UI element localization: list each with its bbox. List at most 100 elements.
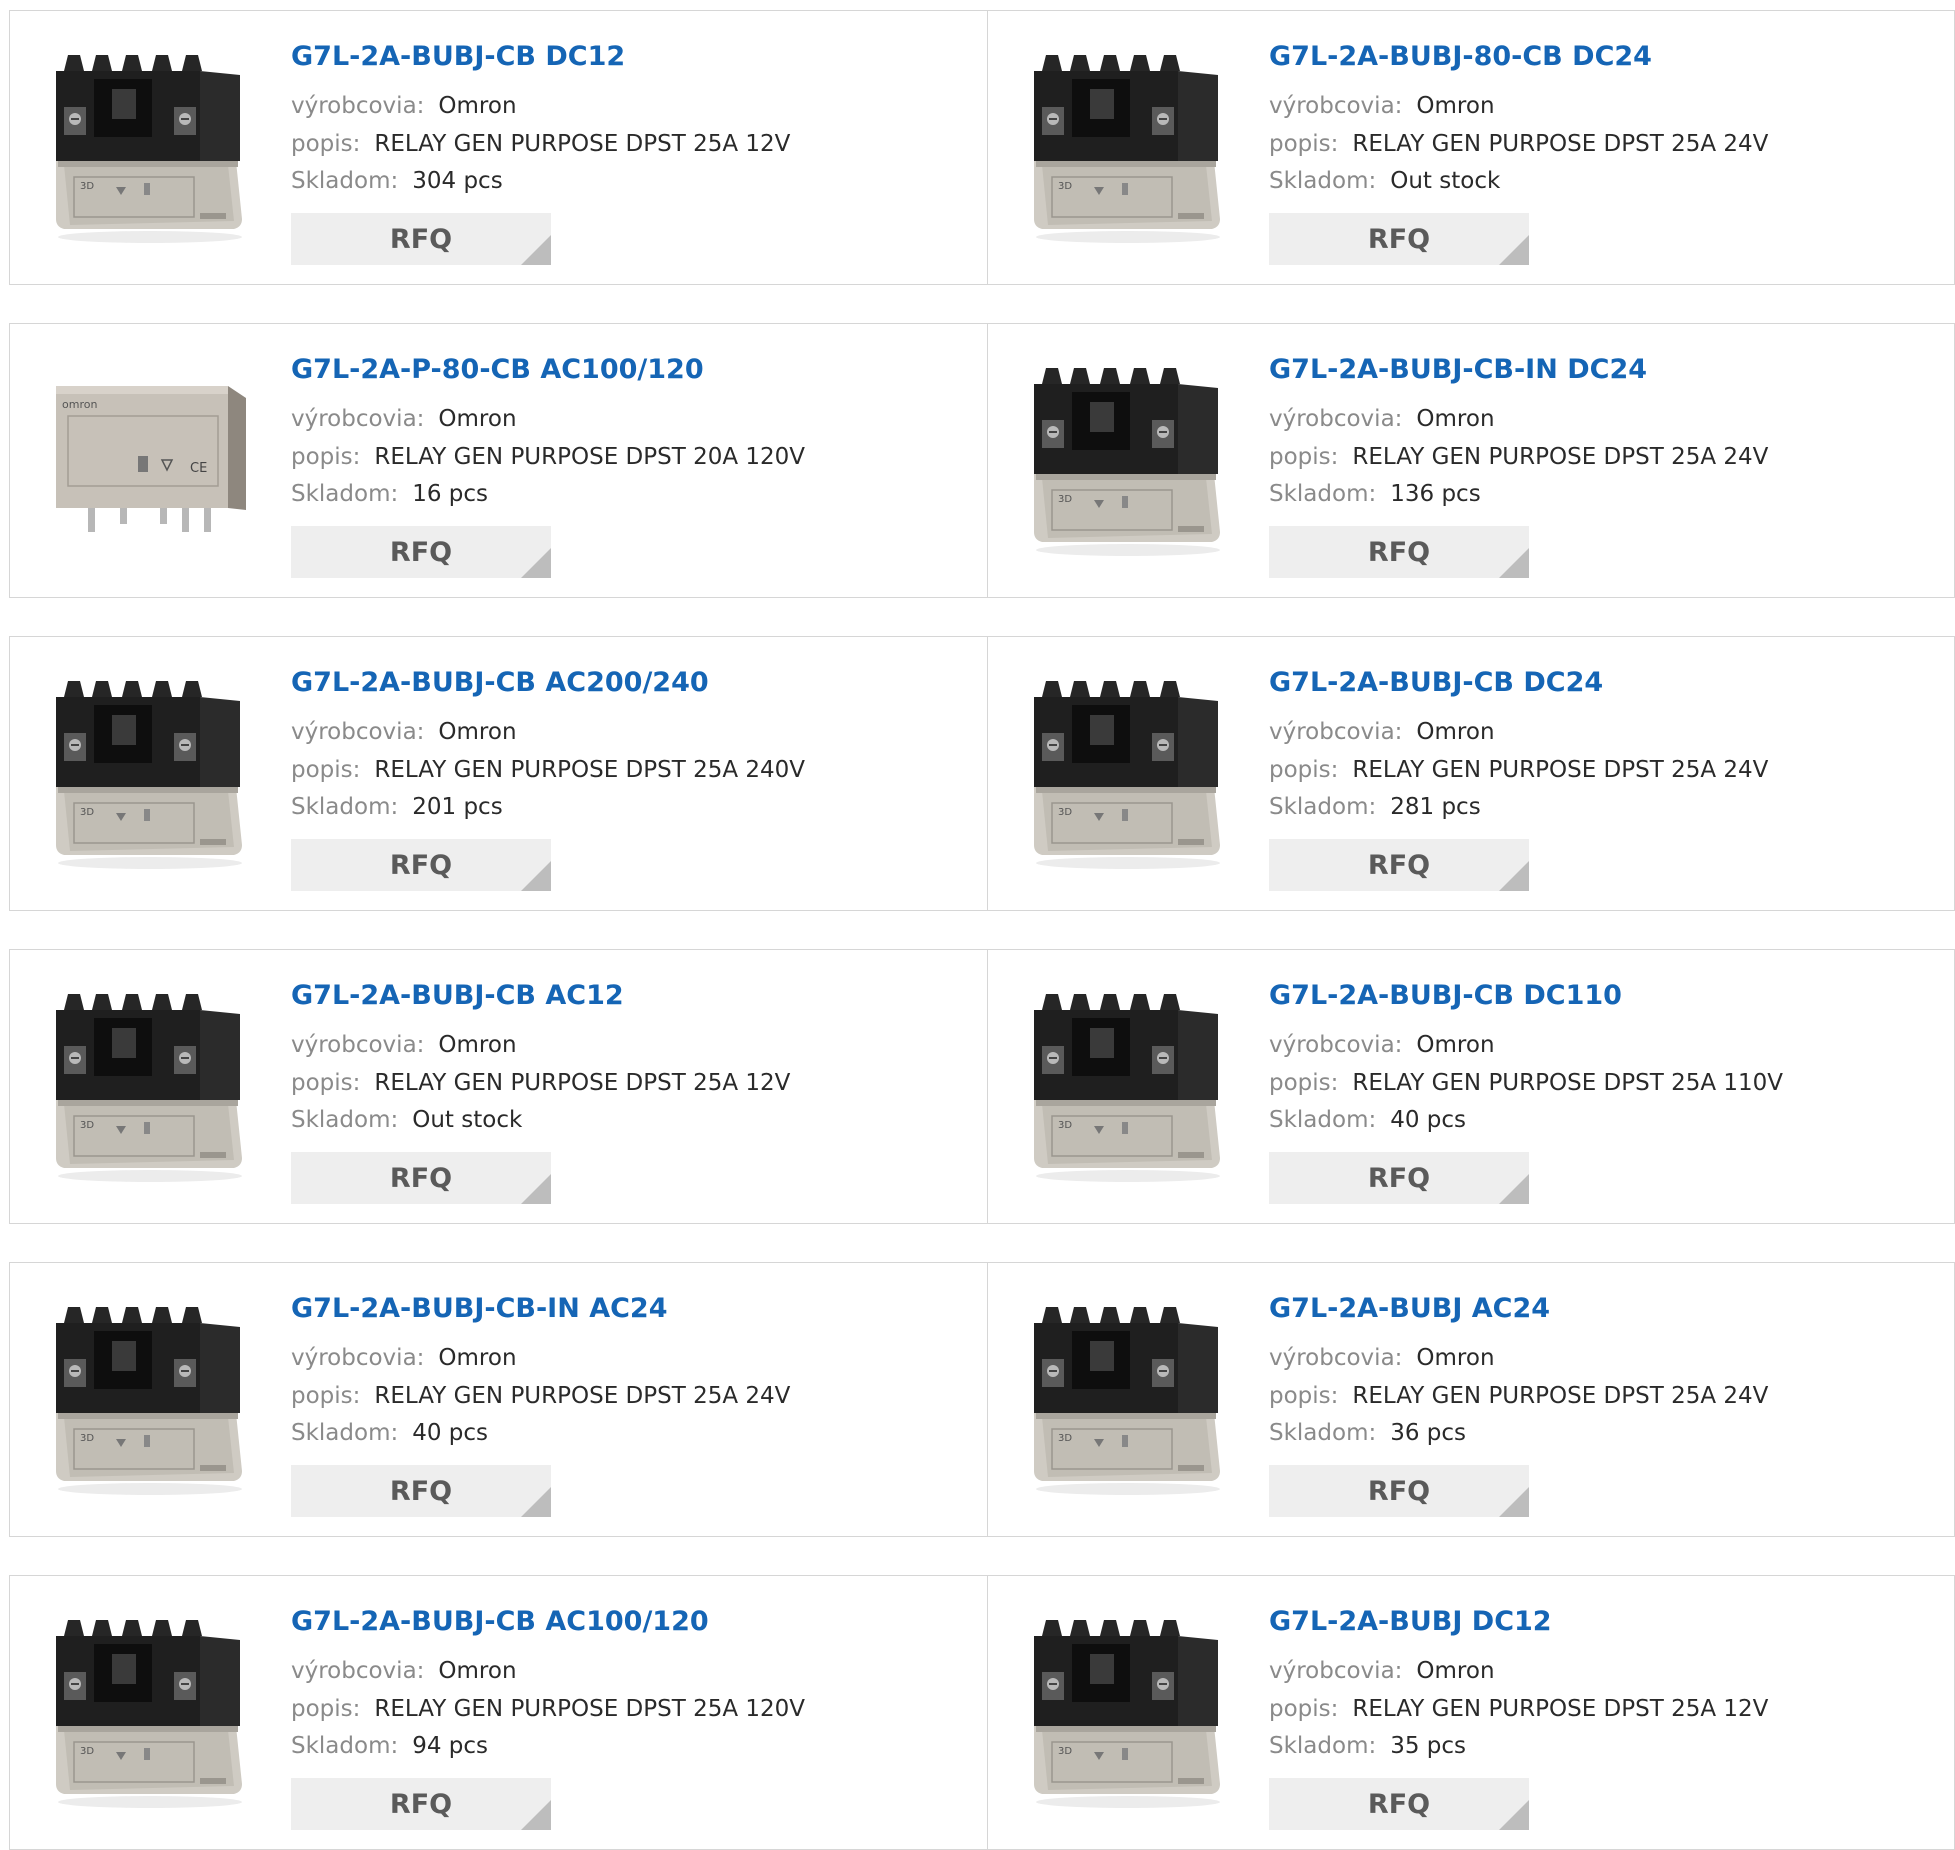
stock-label: Skladom: <box>291 481 399 507</box>
manufacturer-row: výrobcovia: Omron <box>291 1658 517 1684</box>
product-image[interactable]: 3D <box>1028 49 1228 249</box>
rfq-button[interactable]: RFQ <box>1269 1465 1529 1517</box>
rfq-label: RFQ <box>389 536 453 568</box>
product-title-link[interactable]: G7L-2A-BUBJ-CB DC110 <box>1269 980 1622 1011</box>
product-title-link[interactable]: G7L-2A-BUBJ-80-CB DC24 <box>1269 41 1652 72</box>
description-value: RELAY GEN PURPOSE DPST 25A 24V <box>374 1383 791 1409</box>
rfq-button[interactable]: RFQ <box>1269 839 1529 891</box>
manufacturer-value: Omron <box>1416 406 1495 432</box>
rfq-button[interactable]: RFQ <box>291 526 551 578</box>
product-card: 3D G7L-2A-BUBJ DC12 výrobcovia: Omron popis… <box>988 1576 1954 1849</box>
product-title-link[interactable]: G7L-2A-BUBJ-CB DC12 <box>291 41 625 72</box>
description-row: popis: RELAY GEN PURPOSE DPST 25A 24V <box>1269 757 1768 783</box>
stock-value: 35 pcs <box>1390 1733 1467 1759</box>
product-image[interactable]: 3D <box>50 1614 250 1814</box>
stock-value: 201 pcs <box>412 794 503 820</box>
manufacturer-row: výrobcovia: Omron <box>1269 93 1495 119</box>
product-title-link[interactable]: G7L-2A-BUBJ-CB AC100/120 <box>291 1606 709 1637</box>
corner-triangle-icon <box>1499 548 1529 578</box>
svg-text:3D: 3D <box>1058 494 1072 505</box>
product-title-link[interactable]: G7L-2A-BUBJ DC12 <box>1269 1606 1552 1637</box>
manufacturer-label: výrobcovia: <box>291 719 425 745</box>
rfq-button[interactable]: RFQ <box>291 1152 551 1204</box>
description-label: popis: <box>291 444 361 470</box>
image-brand-text: omron <box>62 398 97 411</box>
manufacturer-row: výrobcovia: Omron <box>1269 406 1495 432</box>
description-label: popis: <box>1269 444 1339 470</box>
rfq-button[interactable]: RFQ <box>291 1465 551 1517</box>
rfq-button[interactable]: RFQ <box>291 213 551 265</box>
stock-row: Skladom: 35 pcs <box>1269 1733 1466 1759</box>
stock-label: Skladom: <box>1269 794 1377 820</box>
svg-text:3D: 3D <box>1058 807 1072 818</box>
manufacturer-label: výrobcovia: <box>1269 93 1403 119</box>
rfq-button[interactable]: RFQ <box>1269 526 1529 578</box>
stock-label: Skladom: <box>1269 1733 1377 1759</box>
manufacturer-value: Omron <box>438 719 517 745</box>
stock-row: Skladom: Out stock <box>291 1107 522 1133</box>
description-label: popis: <box>1269 757 1339 783</box>
product-image[interactable]: 3D <box>50 49 250 249</box>
stock-row: Skladom: 281 pcs <box>1269 794 1481 820</box>
product-card: 3D G7L-2A-BUBJ AC24 výrobcovia: Omron popis… <box>988 1263 1954 1536</box>
product-image[interactable]: 3D <box>1028 362 1228 562</box>
rfq-label: RFQ <box>389 223 453 255</box>
corner-triangle-icon <box>521 861 551 891</box>
rfq-button[interactable]: RFQ <box>291 839 551 891</box>
product-image[interactable]: 3D <box>1028 988 1228 1188</box>
svg-text:3D: 3D <box>80 1120 94 1131</box>
product-title-link[interactable]: G7L-2A-BUBJ-CB-IN DC24 <box>1269 354 1647 385</box>
description-value: RELAY GEN PURPOSE DPST 25A 24V <box>1352 757 1769 783</box>
product-image[interactable]: 3D <box>1028 675 1228 875</box>
corner-triangle-icon <box>1499 1487 1529 1517</box>
product-card: 3D G7L-2A-BUBJ-CB DC12 výrobcovia: Omron po… <box>10 11 988 284</box>
product-row: omron CE G7L-2A-P-80-CB AC100/120 výrobco… <box>9 323 1955 598</box>
product-title-link[interactable]: G7L-2A-BUBJ-CB AC200/240 <box>291 667 709 698</box>
manufacturer-label: výrobcovia: <box>1269 1032 1403 1058</box>
manufacturer-row: výrobcovia: Omron <box>291 93 517 119</box>
rfq-button[interactable]: RFQ <box>1269 213 1529 265</box>
product-title-link[interactable]: G7L-2A-BUBJ-CB-IN AC24 <box>291 1293 668 1324</box>
stock-label: Skladom: <box>1269 168 1377 194</box>
svg-text:3D: 3D <box>80 181 94 192</box>
manufacturer-label: výrobcovia: <box>1269 1345 1403 1371</box>
product-image[interactable]: 3D <box>1028 1301 1228 1501</box>
manufacturer-value: Omron <box>1416 93 1495 119</box>
product-card: omron CE G7L-2A-P-80-CB AC100/120 výrobco… <box>10 324 988 597</box>
rfq-button[interactable]: RFQ <box>291 1778 551 1830</box>
description-label: popis: <box>291 131 361 157</box>
stock-label: Skladom: <box>1269 481 1377 507</box>
stock-value: 281 pcs <box>1390 794 1481 820</box>
product-title-link[interactable]: G7L-2A-BUBJ-CB AC12 <box>291 980 624 1011</box>
product-title-link[interactable]: G7L-2A-BUBJ-CB DC24 <box>1269 667 1603 698</box>
manufacturer-label: výrobcovia: <box>291 1658 425 1684</box>
corner-triangle-icon <box>1499 861 1529 891</box>
rfq-button[interactable]: RFQ <box>1269 1778 1529 1830</box>
product-card: 3D G7L-2A-BUBJ-CB AC12 výrobcovia: Omron po… <box>10 950 988 1223</box>
stock-row: Skladom: 304 pcs <box>291 168 503 194</box>
manufacturer-row: výrobcovia: Omron <box>1269 719 1495 745</box>
corner-triangle-icon <box>521 548 551 578</box>
corner-triangle-icon <box>521 235 551 265</box>
product-title-link[interactable]: G7L-2A-BUBJ AC24 <box>1269 1293 1550 1324</box>
description-label: popis: <box>291 1696 361 1722</box>
description-row: popis: RELAY GEN PURPOSE DPST 25A 110V <box>1269 1070 1783 1096</box>
stock-row: Skladom: 40 pcs <box>1269 1107 1466 1133</box>
product-image[interactable]: 3D <box>50 1301 250 1501</box>
stock-label: Skladom: <box>291 168 399 194</box>
manufacturer-label: výrobcovia: <box>291 1345 425 1371</box>
manufacturer-value: Omron <box>438 1032 517 1058</box>
product-title-link[interactable]: G7L-2A-P-80-CB AC100/120 <box>291 354 704 385</box>
product-image[interactable]: omron CE <box>50 362 250 562</box>
rfq-button[interactable]: RFQ <box>1269 1152 1529 1204</box>
description-value: RELAY GEN PURPOSE DPST 20A 120V <box>374 444 806 470</box>
stock-value: 136 pcs <box>1390 481 1481 507</box>
description-label: popis: <box>291 1383 361 1409</box>
description-value: RELAY GEN PURPOSE DPST 25A 12V <box>1352 1696 1769 1722</box>
manufacturer-label: výrobcovia: <box>1269 719 1403 745</box>
product-image[interactable]: 3D <box>50 988 250 1188</box>
product-image[interactable]: 3D <box>1028 1614 1228 1814</box>
description-row: popis: RELAY GEN PURPOSE DPST 25A 24V <box>1269 131 1768 157</box>
product-image[interactable]: 3D <box>50 675 250 875</box>
description-row: popis: RELAY GEN PURPOSE DPST 25A 12V <box>1269 1696 1768 1722</box>
